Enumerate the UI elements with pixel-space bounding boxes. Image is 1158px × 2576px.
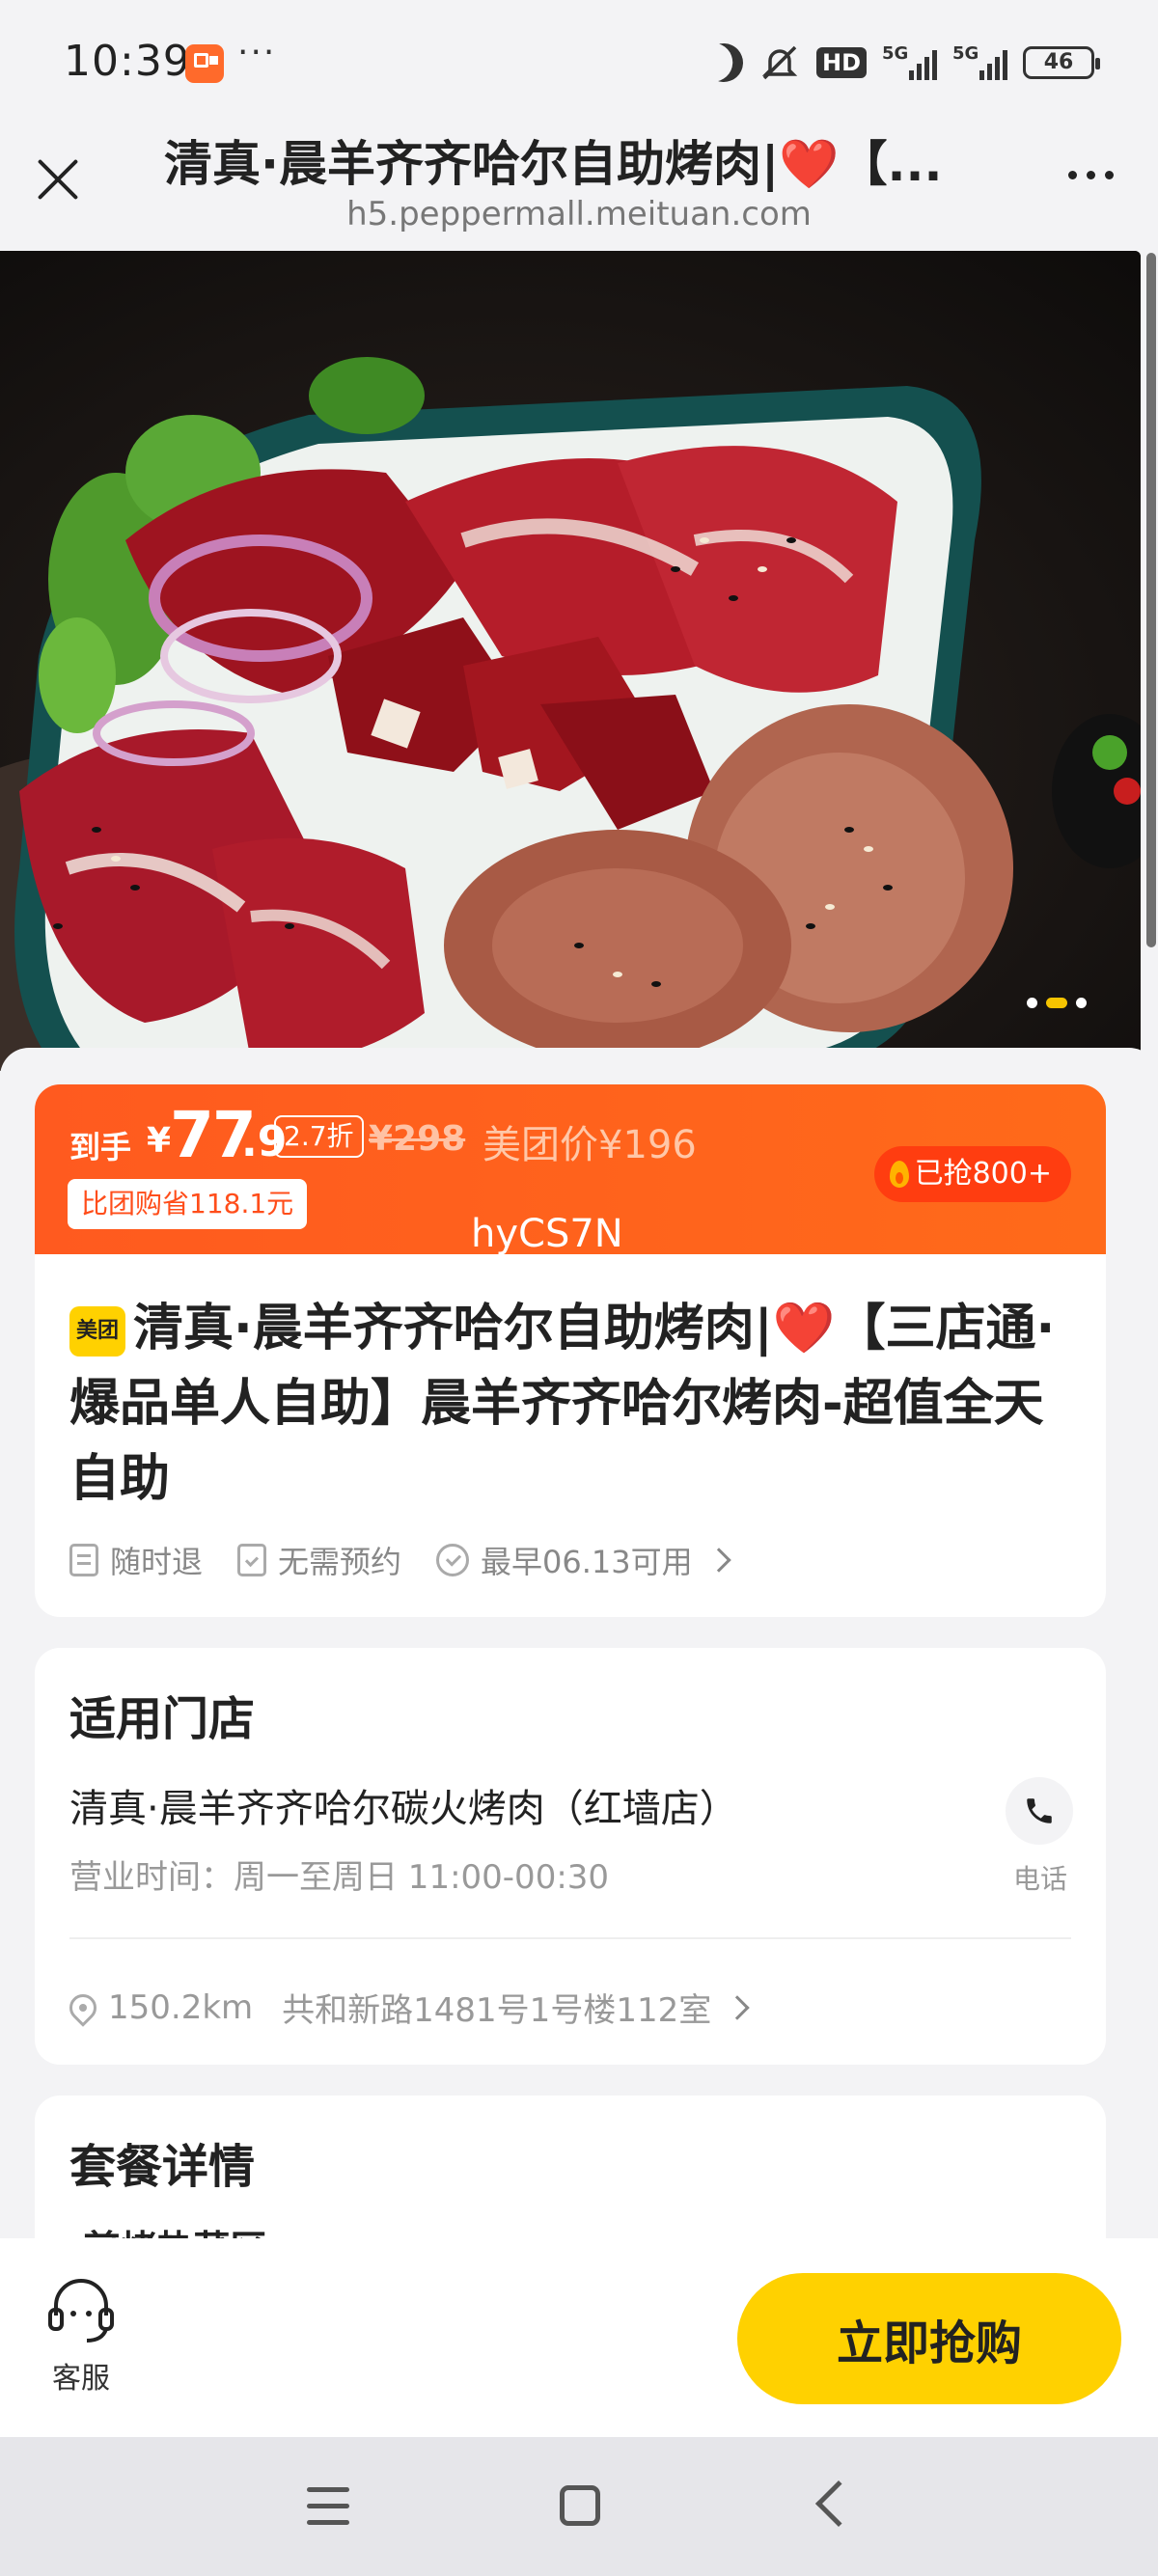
app-notification-icon [185, 44, 224, 83]
carousel-dot [1027, 998, 1037, 1008]
carousel-dot-active [1046, 998, 1067, 1008]
flame-icon [889, 1161, 909, 1188]
phone-icon [1027, 1798, 1052, 1823]
section-title-package: 套餐详情 [69, 2140, 256, 2194]
store-card: 适用门店 清真·晨羊齐齐哈尔碳火烤肉（红墙店） 营业时间：周一至周日 11:00… [35, 1648, 1106, 2065]
phone-label[interactable]: 电话 [1013, 1858, 1067, 1897]
discount-badge: 2.7折 [274, 1115, 364, 1158]
product-info-card: 美团 清真·晨羊齐齐哈尔自助烤肉|❤️【三店通·爆品单人自助】晨羊齐齐哈尔烤肉-超… [35, 1254, 1106, 1617]
feature-available-date: 最早06.13可用 [436, 1538, 731, 1582]
signal-icon-1: 5G [882, 43, 937, 80]
document-icon [69, 1544, 98, 1576]
divider [69, 1937, 1071, 1939]
system-navigation-bar [0, 2437, 1158, 2576]
page-url: h5.peppermall.meituan.com [346, 195, 812, 233]
store-hours: 营业时间：周一至周日 11:00-00:30 [69, 1858, 610, 1897]
customer-service-label: 客服 [52, 2362, 110, 2396]
status-indicators: HD 5G 5G 46 [704, 41, 1100, 85]
signal-icon-2: 5G [952, 43, 1007, 80]
recent-apps-button[interactable] [307, 2487, 349, 2526]
status-more: ··· [237, 33, 277, 72]
service-features[interactable]: 随时退 无需预约 最早06.13可用 [69, 1538, 731, 1582]
store-address-row[interactable]: 150.2km 共和新路1481号1号楼112室 [64, 1984, 750, 2031]
price-prefix: 到手 [69, 1129, 132, 1165]
sales-badge: 已抢800+ [873, 1146, 1071, 1202]
store-distance: 150.2km [108, 1987, 254, 2027]
product-image-carousel[interactable] [0, 251, 1141, 1071]
back-button[interactable] [814, 2480, 863, 2528]
bottom-action-bar: 客服 立即抢购 [0, 2238, 1158, 2437]
status-bar: 10:39 ··· HD 5G 5G 46 [0, 0, 1158, 125]
page-scrollbar[interactable] [1146, 253, 1156, 947]
carousel-dot [1076, 998, 1087, 1008]
sales-count: 已抢800+ [914, 1157, 1052, 1191]
section-title-stores: 适用门店 [69, 1692, 256, 1746]
carousel-indicator [1027, 998, 1087, 1008]
heart-icon: ❤️ [772, 1300, 836, 1357]
store-address: 共和新路1481号1号楼112室 [282, 1991, 712, 2030]
price-currency: ¥ [147, 1121, 172, 1161]
do-not-disturb-icon [699, 38, 748, 87]
battery-icon: 46 [1023, 46, 1100, 79]
meituan-logo-icon: 美团 [69, 1306, 125, 1357]
browser-title-bar: 清真·晨羊齐齐哈尔自助烤肉|❤️【... h5.peppermall.meitu… [0, 125, 1158, 251]
chevron-right-icon [725, 1994, 750, 2020]
check-circle-icon [436, 1544, 470, 1576]
feature-no-booking: 无需预约 [237, 1538, 401, 1582]
product-title: 美团 清真·晨羊齐齐哈尔自助烤肉|❤️【三店通·爆品单人自助】晨羊齐齐哈尔烤肉-超… [69, 1300, 1056, 1508]
headset-icon [48, 2279, 114, 2343]
chevron-right-icon [705, 1548, 731, 1573]
location-pin-icon [64, 1987, 102, 2027]
overlay-code: hyCS7N [471, 1212, 623, 1256]
phone-button[interactable] [1006, 1777, 1073, 1845]
meat-platter-image [0, 251, 1141, 1071]
original-price: ¥298 [369, 1119, 466, 1159]
customer-service-button[interactable]: 客服 [41, 2277, 122, 2397]
page-title: 清真·晨羊齐齐哈尔自助烤肉|❤️【... [164, 136, 943, 192]
home-button[interactable] [560, 2485, 600, 2526]
mute-icon [758, 43, 801, 82]
meituan-price: 美团价¥196 [482, 1123, 697, 1167]
status-time: 10:39 [64, 37, 191, 86]
savings-badge: 比团购省118.1元 [68, 1179, 308, 1229]
hd-icon: HD [815, 47, 867, 78]
buy-now-button[interactable]: 立即抢购 [737, 2273, 1121, 2404]
more-options-button[interactable] [1062, 160, 1119, 189]
feature-refund: 随时退 [69, 1538, 203, 1582]
calendar-check-icon [237, 1544, 267, 1576]
store-name[interactable]: 清真·晨羊齐齐哈尔碳火烤肉（红墙店） [69, 1777, 738, 1833]
